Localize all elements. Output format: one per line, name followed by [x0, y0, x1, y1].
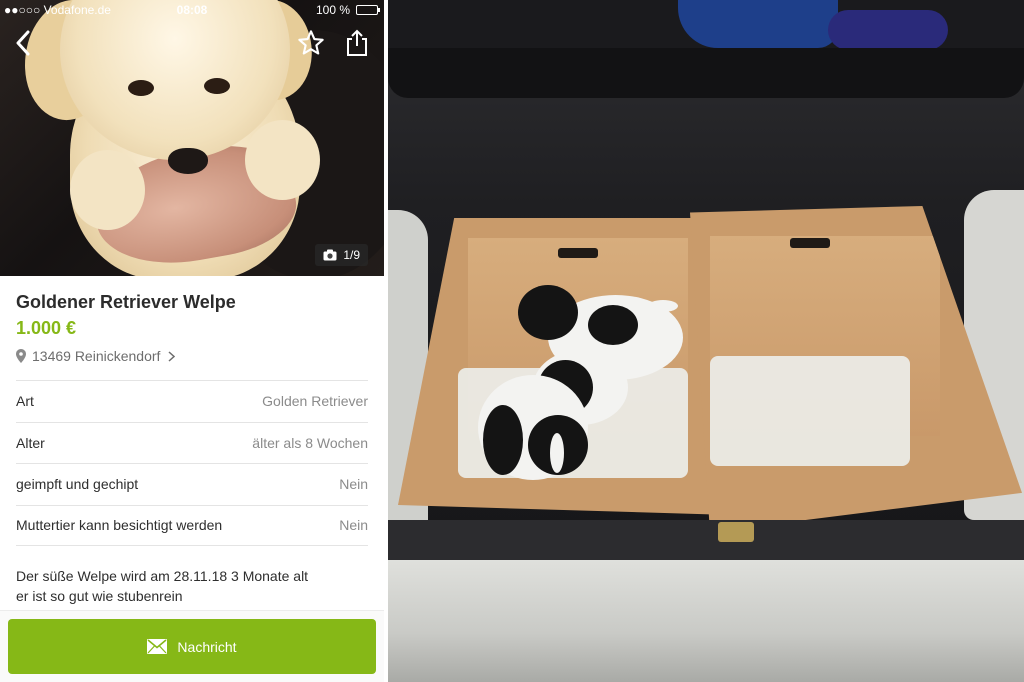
star-icon — [298, 30, 324, 55]
chevron-right-icon — [168, 350, 176, 362]
location-label: 13469 Reinickendorf — [32, 348, 161, 364]
attribute-row: Art Golden Retriever — [16, 380, 368, 422]
battery-icon — [356, 5, 380, 15]
attribute-label: geimpft und gechipt — [16, 476, 139, 493]
description-line: Der süße Welpe wird am 28.11.18 3 Monate… — [16, 568, 309, 584]
camera-icon — [323, 249, 337, 261]
back-button[interactable] — [8, 28, 38, 58]
battery-percent: 100 % — [315, 3, 350, 17]
photo-counter-label: 1/9 — [343, 248, 360, 262]
share-icon — [347, 29, 367, 56]
listing-title: Goldener Retriever Welpe — [16, 292, 236, 312]
listing-location[interactable]: 13469 Reinickendorf — [16, 348, 176, 364]
bottom-action-bar: Nachricht — [0, 610, 384, 682]
attribute-row: Muttertier kann besichtigt werden Nein — [16, 504, 368, 546]
envelope-icon — [147, 639, 168, 654]
favorite-button[interactable] — [294, 26, 328, 60]
listing-description: Der süße Welpe wird am 28.11.18 3 Monate… — [16, 566, 346, 606]
listing-screen: ●●○○○ Vodafone.de 08:08 100 % 1/9 Golden… — [0, 0, 384, 682]
attribute-value: Nein — [339, 517, 368, 534]
message-button[interactable]: Nachricht — [8, 619, 376, 674]
attribute-label: Alter — [16, 434, 45, 451]
attribute-label: Art — [16, 393, 34, 410]
description-line: er ist so gut wie stubenrein — [16, 588, 183, 604]
attribute-table: Art Golden Retriever Alter älter als 8 W… — [16, 380, 368, 546]
attribute-value: Golden Retriever — [262, 393, 368, 410]
attribute-row: Alter älter als 8 Wochen — [16, 421, 368, 464]
share-button[interactable] — [340, 26, 374, 60]
photo-counter[interactable]: 1/9 — [315, 244, 368, 266]
location-pin-icon — [16, 349, 26, 363]
attribute-value: Nein — [339, 476, 368, 493]
attribute-value: älter als 8 Wochen — [252, 434, 368, 451]
message-button-label: Nachricht — [177, 638, 237, 655]
status-bar: ●●○○○ Vodafone.de 08:08 100 % — [0, 0, 384, 20]
attribute-row: geimpft und gechipt Nein — [16, 463, 368, 505]
back-icon — [16, 30, 30, 56]
listing-price: 1.000 € — [16, 318, 77, 338]
attribute-label: Muttertier kann besichtigt werden — [16, 517, 223, 534]
puppies-photo — [388, 0, 1024, 682]
